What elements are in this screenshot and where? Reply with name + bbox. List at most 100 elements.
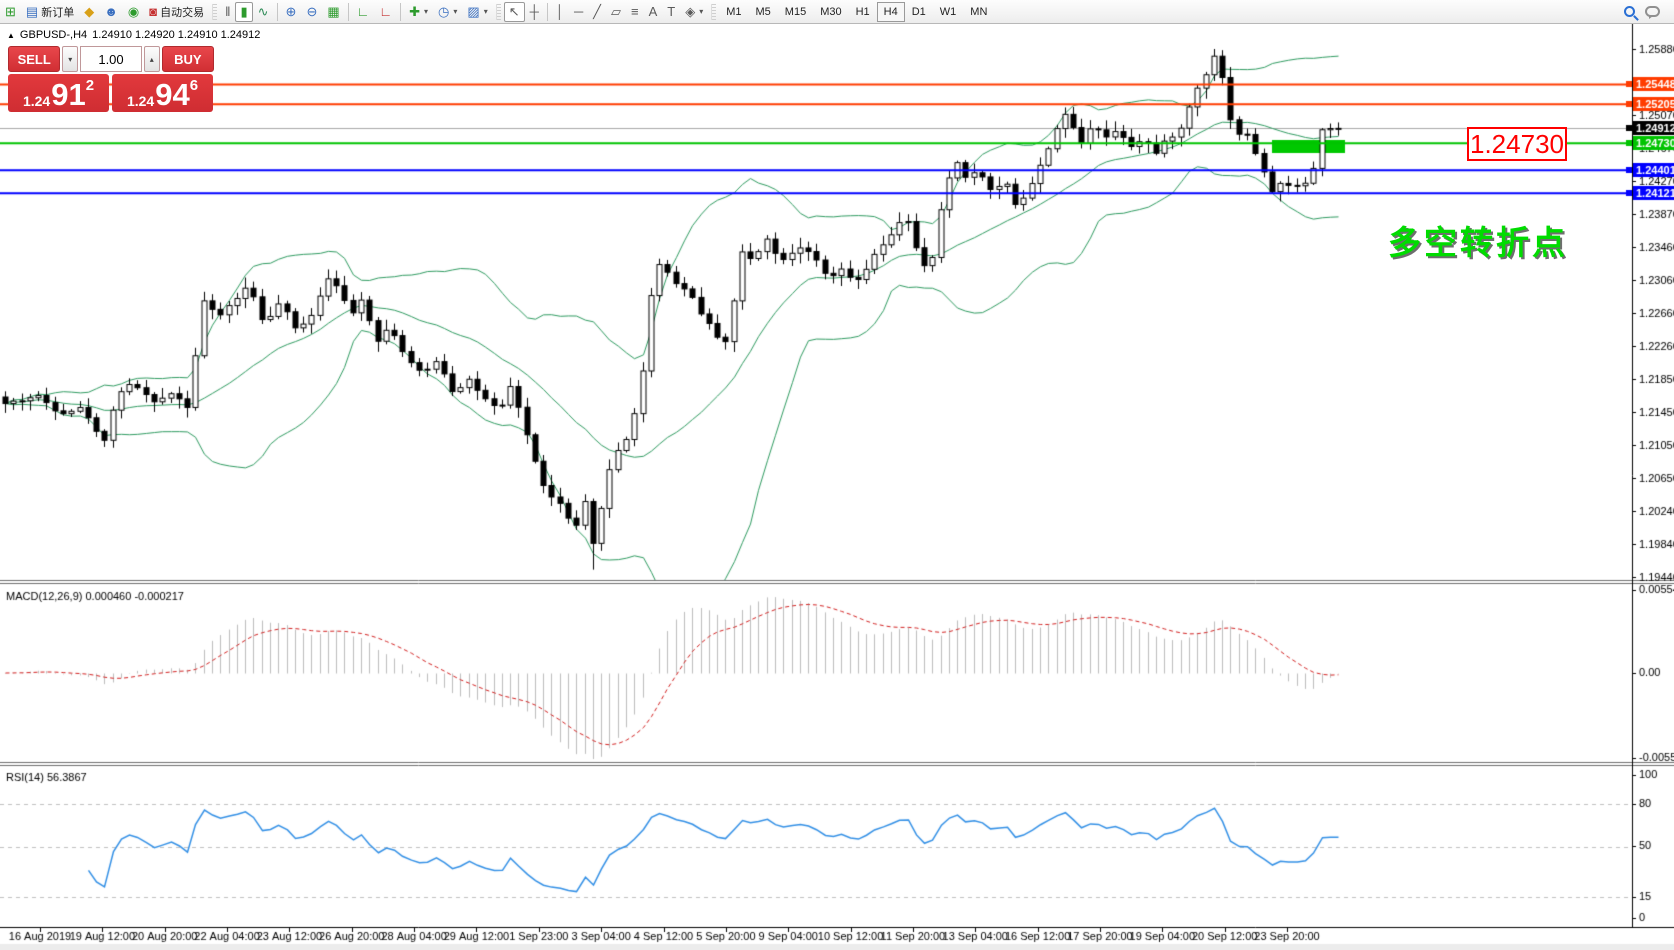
zoom-in-button[interactable]: ⊕ <box>281 2 302 22</box>
indicator-arrow2-icon: ∟ <box>379 5 392 18</box>
gold-book-icon: ◆ <box>84 5 94 18</box>
new-order-icon: ▤ <box>26 5 38 18</box>
chevron-down-icon: ▾ <box>484 7 488 16</box>
sell-price-main: 91 <box>51 81 85 109</box>
chart-canvas[interactable] <box>0 24 1674 950</box>
new-chart-button[interactable]: ⊞ <box>0 2 21 22</box>
chart-symbol-label: GBPUSD-,H4 <box>20 29 87 41</box>
crosshair-tool-button[interactable]: ┼ <box>525 2 544 22</box>
chart-window: ▲ GBPUSD-,H4 1.24910 1.24920 1.24910 1.2… <box>0 24 1674 950</box>
horizontal-line-tool-button[interactable]: ─ <box>569 2 588 22</box>
timeframe-mn[interactable]: MN <box>963 2 994 22</box>
trendline-tool-button[interactable]: ╱ <box>588 2 606 22</box>
timeframe-h1[interactable]: H1 <box>849 2 877 22</box>
bar-chart-icon: ‖ <box>225 5 230 18</box>
sell-price-pip: 2 <box>86 77 94 94</box>
toolbar-separator <box>547 3 548 21</box>
line-chart-button[interactable]: ∿ <box>253 2 274 22</box>
timeframe-m1[interactable]: M1 <box>719 2 748 22</box>
timeframe-m5[interactable]: M5 <box>749 2 778 22</box>
text-label-icon: T <box>667 5 675 18</box>
cursor-icon: ↖ <box>509 5 520 18</box>
turning-point-note[interactable]: 多空转折点 <box>1388 216 1568 264</box>
market-watch-button[interactable]: ◆ <box>79 2 99 22</box>
auto-trading-label: 自动交易 <box>160 4 204 20</box>
main-toolbar: ⊞ ▤ 新订单 ◆ ☻ ◉ ◙ 自动交易 ‖ ▮ ∿ ⊕ ⊖ ▦ ∟ ∟ ✚ <box>0 0 1674 24</box>
toolbar-separator <box>348 3 349 21</box>
fibonacci-tool-button[interactable]: ≡ <box>626 2 644 22</box>
trendline-icon: ╱ <box>593 5 601 18</box>
indicator-window2-button[interactable]: ∟ <box>374 2 397 22</box>
new-order-label: 新订单 <box>41 4 74 20</box>
toolbar-separator <box>277 3 278 21</box>
text-label-tool-button[interactable]: T <box>662 2 680 22</box>
tile-windows-button[interactable]: ▦ <box>322 2 344 22</box>
chart-ohlc-values: 1.24910 1.24920 1.24910 1.24912 <box>92 29 260 41</box>
channel-tool-button[interactable]: ▱ <box>606 2 626 22</box>
price-annotation-box[interactable]: 1.24730 <box>1467 127 1567 161</box>
shapes-icon: ◈ <box>685 5 695 18</box>
auto-trading-button[interactable]: ◙ 自动交易 <box>144 2 209 22</box>
buy-price-prefix: 1.24 <box>127 93 154 109</box>
one-click-trading-panel: SELL ▾ ▴ BUY 1.24 91 2 1.24 94 6 <box>8 46 214 112</box>
bar-chart-button[interactable]: ‖ <box>220 2 235 22</box>
zoom-out-button[interactable]: ⊖ <box>301 2 322 22</box>
buy-price-pip: 6 <box>190 77 198 94</box>
shapes-dropdown[interactable]: ◈ ▾ <box>680 2 708 22</box>
toolbar-grip <box>711 4 716 20</box>
signal-icon: ◉ <box>128 5 139 18</box>
buy-button[interactable]: BUY <box>162 46 214 72</box>
profile-button[interactable]: ☻ <box>99 2 123 22</box>
timeframe-m30[interactable]: M30 <box>813 2 848 22</box>
buy-price-display[interactable]: 1.24 94 6 <box>112 74 213 112</box>
chat-icon[interactable] <box>1645 6 1660 17</box>
new-order-button[interactable]: ▤ 新订单 <box>21 2 79 22</box>
volume-decrease-button[interactable]: ▾ <box>62 46 78 72</box>
template-dropdown[interactable]: ▨ ▾ <box>462 2 492 22</box>
chevron-down-icon: ▾ <box>424 7 428 16</box>
chevron-down-icon: ▾ <box>453 7 457 16</box>
sell-price-display[interactable]: 1.24 91 2 <box>8 74 109 112</box>
add-indicator-dropdown[interactable]: ✚ ▾ <box>404 2 433 22</box>
toolbar-grip <box>212 4 217 20</box>
profile-icon: ☻ <box>104 5 118 18</box>
period-dropdown[interactable]: ◷ ▾ <box>433 2 462 22</box>
zoom-out-icon: ⊖ <box>306 5 317 18</box>
buy-price-main: 94 <box>155 81 189 109</box>
indicator-arrow-icon: ∟ <box>357 5 370 18</box>
timeframe-d1[interactable]: D1 <box>905 2 933 22</box>
signal-button[interactable]: ◉ <box>123 2 144 22</box>
text-tool-button[interactable]: A <box>644 2 663 22</box>
clock-icon: ◷ <box>438 5 449 18</box>
chevron-down-icon: ▾ <box>699 7 703 16</box>
toolbar-grip <box>496 4 501 20</box>
collapse-icon[interactable]: ▲ <box>7 31 15 40</box>
cursor-tool-button[interactable]: ↖ <box>504 2 525 22</box>
horizontal-line-icon: ─ <box>574 5 583 18</box>
text-icon: A <box>649 5 658 18</box>
line-chart-icon: ∿ <box>258 5 269 18</box>
volume-increase-button[interactable]: ▴ <box>144 46 160 72</box>
autotrade-icon: ◙ <box>149 5 157 18</box>
chart-plus-icon: ⊞ <box>5 5 16 18</box>
vertical-line-tool-button[interactable]: │ <box>551 2 569 22</box>
channel-icon: ▱ <box>611 5 621 18</box>
tile-windows-icon: ▦ <box>327 5 339 18</box>
sell-button[interactable]: SELL <box>8 46 60 72</box>
toolbar-separator <box>400 3 401 21</box>
template-icon: ▨ <box>467 5 479 18</box>
fibonacci-icon: ≡ <box>631 5 639 18</box>
timeframe-m15[interactable]: M15 <box>778 2 813 22</box>
indicator-window-button[interactable]: ∟ <box>352 2 375 22</box>
timeframe-h4[interactable]: H4 <box>877 2 905 22</box>
timeframe-w1[interactable]: W1 <box>933 2 964 22</box>
vertical-line-icon: │ <box>556 5 564 18</box>
volume-input[interactable] <box>80 46 142 72</box>
search-icon[interactable] <box>1624 6 1635 17</box>
chart-title: ▲ GBPUSD-,H4 1.24910 1.24920 1.24910 1.2… <box>7 29 260 41</box>
zoom-in-icon: ⊕ <box>286 5 297 18</box>
candlestick-button[interactable]: ▮ <box>235 2 252 22</box>
crosshair-icon: ┼ <box>530 5 539 18</box>
sell-price-prefix: 1.24 <box>23 93 50 109</box>
add-indicator-icon: ✚ <box>409 5 420 18</box>
